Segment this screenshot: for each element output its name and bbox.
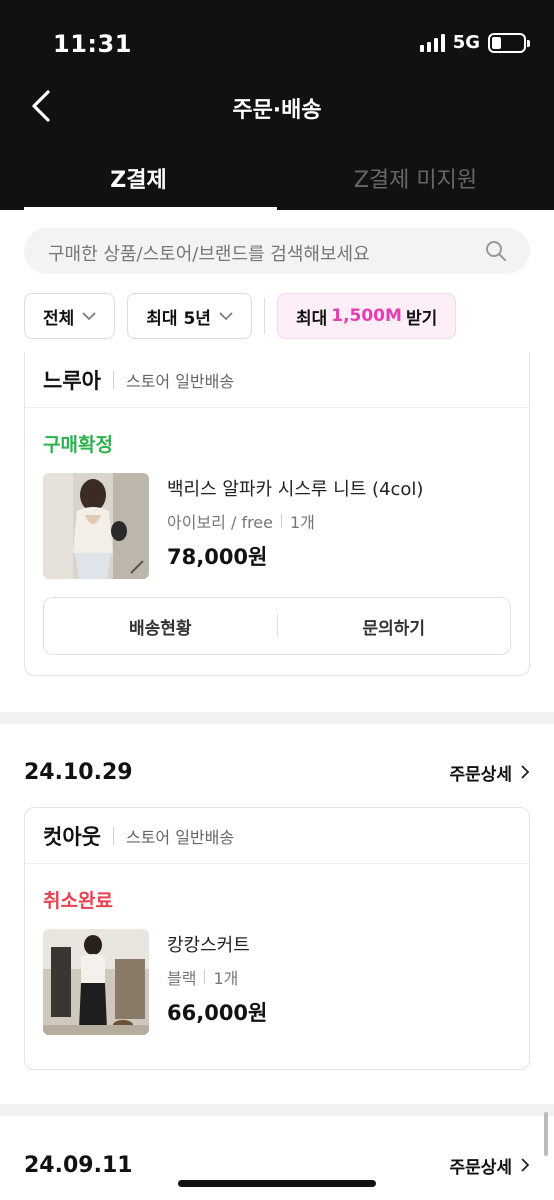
section-divider (0, 1104, 554, 1116)
order-detail-link[interactable]: 주문상세 (449, 1153, 530, 1178)
order-detail-label: 주문상세 (449, 1157, 512, 1178)
promo-prefix: 최대 (295, 308, 328, 329)
option-value: 아이보리 / free (167, 513, 273, 532)
filter-period-dropdown[interactable]: 최대 5년 (127, 293, 252, 339)
filter-all-dropdown[interactable]: 전체 (24, 293, 116, 339)
order-date-row: 24.09.11 주문상세 (24, 1150, 530, 1180)
option-value: 블랙 (167, 969, 197, 988)
promo-amount: 1,500M (331, 306, 402, 326)
network-type: 5G (452, 32, 480, 53)
order-detail-link[interactable]: 주문상세 (449, 760, 530, 785)
divider (112, 826, 114, 845)
order-date: 24.09.11 (24, 1152, 133, 1178)
status-indicators: 5G (419, 32, 530, 53)
product-option: 아이보리 / free 1개 (167, 509, 423, 533)
order-actions: 배송현황 문의하기 (43, 597, 511, 655)
scrollbar[interactable] (544, 1112, 548, 1156)
store-row[interactable]: 컷아웃 스토어 일반배송 (25, 808, 529, 864)
product-price: 78,000원 (167, 545, 268, 569)
filter-period-label: 최대 5년 (146, 308, 211, 329)
filter-divider (263, 298, 265, 334)
tab-z-pay-unsupported[interactable]: Z결제 미지원 (277, 150, 554, 210)
promo-button[interactable]: 최대 1,500M 받기 (276, 293, 457, 339)
store-name[interactable]: 느루아 (43, 365, 101, 395)
divider (204, 970, 206, 984)
store-name[interactable]: 컷아웃 (43, 821, 101, 851)
battery-icon (488, 32, 530, 53)
order-date: 24.10.29 (24, 759, 133, 785)
quantity: 1개 (213, 969, 239, 988)
order-card: 느루아 스토어 일반배송 구매확정 백리스 알파카 시스루 니트 (4col) … (24, 352, 530, 676)
order-card: 컷아웃 스토어 일반배송 취소완료 캉캉스커트 블랙 1개 66,000원 (24, 807, 530, 1070)
chevron-right-icon (521, 1158, 530, 1172)
shipping-status-button[interactable]: 배송현황 (44, 614, 277, 639)
filter-all-label: 전체 (43, 308, 75, 329)
payment-tabs: Z결제 Z결제 미지원 (0, 150, 554, 210)
chevron-down-icon (82, 312, 96, 321)
search-bar[interactable]: 구매한 상품/스토어/브랜드를 검색해보세요 (24, 228, 530, 274)
promo-suffix: 받기 (405, 308, 438, 329)
home-indicator[interactable] (178, 1180, 376, 1187)
chevron-down-icon (219, 312, 233, 321)
app-header: 11:31 5G 주문·배송 Z결제 Z결제 미지원 (0, 0, 554, 210)
divider (281, 514, 282, 528)
shipping-type: 스토어 일반배송 (125, 371, 235, 391)
filter-bar: 전체 최대 5년 최대 1,500M 받기 (24, 293, 457, 339)
search-icon[interactable] (484, 239, 508, 263)
order-status: 구매확정 (43, 434, 113, 456)
status-time: 11:31 (53, 30, 132, 58)
page-title: 주문·배송 (232, 98, 322, 123)
quantity: 1개 (290, 513, 315, 532)
inquiry-button[interactable]: 문의하기 (278, 614, 511, 639)
product-image[interactable] (43, 473, 149, 579)
shipping-type: 스토어 일반배송 (125, 827, 235, 847)
product-info: 백리스 알파카 시스루 니트 (4col) 아이보리 / free 1개 78,… (167, 473, 423, 579)
product-info: 캉캉스커트 블랙 1개 66,000원 (167, 929, 267, 1035)
product-name[interactable]: 백리스 알파카 시스루 니트 (4col) (167, 475, 423, 501)
product-price: 66,000원 (167, 1001, 268, 1025)
divider (112, 370, 114, 389)
signal-icon (419, 33, 445, 52)
order-date-row: 24.10.29 주문상세 (24, 757, 530, 787)
search-input[interactable]: 구매한 상품/스토어/브랜드를 검색해보세요 (48, 240, 370, 266)
order-detail-label: 주문상세 (449, 764, 512, 785)
order-status: 취소완료 (43, 890, 113, 912)
product-image[interactable] (43, 929, 149, 1035)
product-option: 블랙 1개 (167, 965, 267, 989)
tab-z-pay[interactable]: Z결제 (0, 150, 277, 210)
order-item[interactable]: 캉캉스커트 블랙 1개 66,000원 (25, 913, 529, 1035)
section-divider (0, 712, 554, 724)
order-item[interactable]: 백리스 알파카 시스루 니트 (4col) 아이보리 / free 1개 78,… (25, 457, 529, 579)
product-name[interactable]: 캉캉스커트 (167, 931, 267, 957)
chevron-right-icon (521, 765, 530, 779)
store-row[interactable]: 느루아 스토어 일반배송 (25, 352, 529, 408)
